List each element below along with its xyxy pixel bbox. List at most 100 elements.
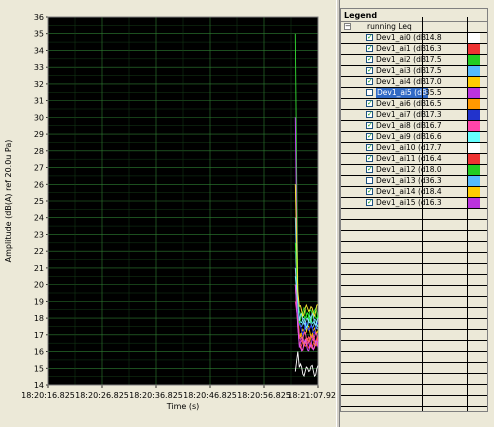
legend-item[interactable]: ✓ Dev1_ai10 (d 17.7 — [341, 143, 487, 154]
color-swatch[interactable] — [468, 110, 480, 120]
y-tick-label: 36 — [34, 13, 44, 22]
y-axis-title: Amplitude (dB(A) ref 20.0u Pa) — [4, 140, 13, 263]
color-swatch[interactable] — [468, 121, 480, 131]
y-tick-label: 20 — [34, 281, 44, 290]
legend-item[interactable]: ✓ Dev1_ai3 (dB 17.5 — [341, 66, 487, 77]
legend-item-name: Dev1_ai15 (d — [376, 198, 426, 207]
legend-item[interactable]: ✓ Dev1_ai12 (d 18.0 — [341, 165, 487, 176]
amplitude-chart[interactable]: 14 15 16 17 18 19 20 21 22 23 24 25 26 27 28 29 30 31 32 33… — [0, 0, 336, 427]
legend-empty-row — [341, 308, 487, 319]
color-swatch[interactable] — [468, 176, 480, 186]
visibility-checkbox[interactable]: ✓ — [366, 166, 373, 173]
visibility-checkbox[interactable]: ✓ — [366, 45, 373, 52]
color-swatch[interactable] — [468, 154, 480, 164]
color-swatch[interactable] — [468, 88, 480, 98]
color-swatch[interactable] — [468, 44, 480, 54]
y-tick-label: 29 — [34, 130, 44, 139]
visibility-checkbox[interactable]: ✓ — [366, 111, 373, 118]
y-tick-label: 15 — [34, 364, 44, 373]
visibility-checkbox[interactable] — [366, 89, 373, 96]
legend-item-value: 14.8 — [425, 33, 442, 42]
legend-column-divider[interactable] — [422, 17, 423, 411]
visibility-checkbox[interactable]: ✓ — [366, 188, 373, 195]
legend-empty-row — [341, 330, 487, 341]
visibility-checkbox[interactable]: ✓ — [366, 78, 373, 85]
visibility-checkbox[interactable]: ✓ — [366, 122, 373, 129]
legend-item-name: Dev1_ai0 (dB — [376, 33, 427, 42]
x-tick-label: 18:20:36.825 — [129, 391, 183, 400]
visibility-checkbox[interactable]: ✓ — [366, 56, 373, 63]
collapse-icon[interactable]: − — [344, 23, 351, 30]
legend-item[interactable]: ✓ Dev1_ai7 (dB 17.3 — [341, 110, 487, 121]
color-swatch[interactable] — [468, 143, 480, 153]
color-swatch[interactable] — [468, 187, 480, 197]
color-swatch[interactable] — [468, 55, 480, 65]
legend-item-value: 16.3 — [425, 44, 442, 53]
color-swatch[interactable] — [468, 165, 480, 175]
legend-item-name: Dev1_ai14 (d — [376, 187, 426, 196]
x-tick-label: 18:20:16.825 — [21, 391, 75, 400]
legend-empty-row — [341, 275, 487, 286]
legend-group-row[interactable]: − running Leq — [341, 22, 487, 33]
visibility-checkbox[interactable]: ✓ — [366, 199, 373, 206]
legend-item-name: Dev1_ai5 (dB — [376, 88, 429, 98]
legend-item-name: Dev1_ai10 (d — [376, 143, 426, 152]
app-window: 14 15 16 17 18 19 20 21 22 23 24 25 26 27 28 29 30 31 32 33… — [0, 0, 494, 427]
visibility-checkbox[interactable]: ✓ — [366, 155, 373, 162]
visibility-checkbox[interactable]: ✓ — [366, 144, 373, 151]
color-swatch[interactable] — [468, 66, 480, 76]
legend-item-value: 16.3 — [425, 198, 442, 207]
y-tick-label: 16 — [34, 348, 44, 357]
legend-item-value: 17.7 — [425, 143, 442, 152]
legend-item[interactable]: ✓ Dev1_ai15 (d 16.3 — [341, 198, 487, 209]
legend-item[interactable]: ✓ Dev1_ai2 (dB 17.5 — [341, 55, 487, 66]
legend-empty-row — [341, 253, 487, 264]
legend-group-label: running Leq — [367, 22, 412, 31]
visibility-checkbox[interactable]: ✓ — [366, 67, 373, 74]
legend-item-name: Dev1_ai9 (dB — [376, 132, 427, 141]
legend-item[interactable]: Dev1_ai13 (d 36.3 — [341, 176, 487, 187]
legend-item[interactable]: ✓ Dev1_ai4 (dB 17.0 — [341, 77, 487, 88]
y-tick-label: 26 — [34, 180, 44, 189]
legend-item[interactable]: ✓ Dev1_ai8 (dB 16.7 — [341, 121, 487, 132]
legend-item[interactable]: ✓ Dev1_ai1 (dB 16.3 — [341, 44, 487, 55]
legend-item-value: 16.7 — [425, 121, 442, 130]
legend-empty-row — [341, 220, 487, 231]
y-tick-label: 34 — [34, 46, 44, 55]
graph-panel: 14 15 16 17 18 19 20 21 22 23 24 25 26 27 28 29 30 31 32 33… — [0, 0, 336, 427]
color-swatch[interactable] — [468, 99, 480, 109]
color-swatch[interactable] — [468, 198, 480, 208]
y-tick-label: 30 — [34, 113, 44, 122]
legend-empty-row — [341, 264, 487, 275]
visibility-checkbox[interactable]: ✓ — [366, 100, 373, 107]
y-tick-label: 32 — [34, 80, 44, 89]
color-swatch[interactable] — [468, 33, 480, 43]
legend-empty-row — [341, 231, 487, 242]
legend-empty-row — [341, 374, 487, 385]
legend-item[interactable]: Dev1_ai5 (dB 35.5 — [341, 88, 487, 99]
y-tick-label: 21 — [34, 264, 44, 273]
legend-item[interactable]: ✓ Dev1_ai14 (d 18.4 — [341, 187, 487, 198]
x-axis-title: Time (s) — [166, 402, 200, 411]
legend-item-value: 17.5 — [425, 55, 442, 64]
legend-empty-row — [341, 319, 487, 330]
legend-item[interactable]: ✓ Dev1_ai9 (dB 16.6 — [341, 132, 487, 143]
color-swatch[interactable] — [468, 77, 480, 87]
legend-column-divider[interactable] — [467, 17, 468, 411]
x-tick-label: 18:20:56.825 — [237, 391, 291, 400]
visibility-checkbox[interactable]: ✓ — [366, 34, 373, 41]
y-tick-label: 31 — [34, 97, 44, 106]
legend-item-value: 36.3 — [425, 176, 442, 185]
visibility-checkbox[interactable] — [366, 177, 373, 184]
legend-item[interactable]: ✓ Dev1_ai11 (d 16.4 — [341, 154, 487, 165]
legend-item[interactable]: ✓ Dev1_ai6 (dB 16.5 — [341, 99, 487, 110]
visibility-checkbox[interactable]: ✓ — [366, 133, 373, 140]
y-tick-label: 19 — [34, 297, 44, 306]
legend-item[interactable]: ✓ Dev1_ai0 (dB 14.8 — [341, 33, 487, 44]
y-tick-label: 25 — [34, 197, 44, 206]
color-swatch[interactable] — [468, 132, 480, 142]
y-tick-label: 17 — [34, 331, 44, 340]
y-tick-label: 14 — [34, 381, 44, 390]
y-tick-label: 27 — [34, 164, 44, 173]
y-tick-label: 33 — [34, 63, 44, 72]
